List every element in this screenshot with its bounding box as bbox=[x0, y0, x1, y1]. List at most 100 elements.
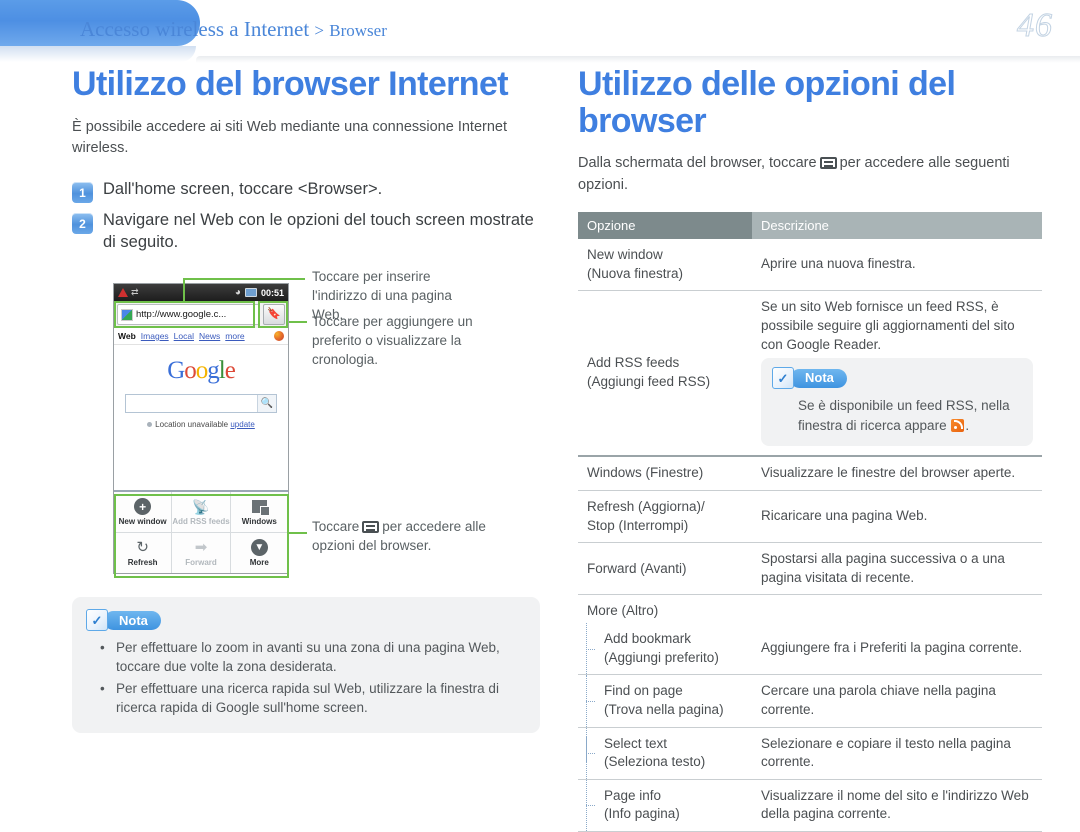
sync-icon: ⇄ bbox=[131, 287, 139, 297]
breadcrumb-sub: Browser bbox=[329, 21, 387, 40]
option-name-it: (Aggiungi feed RSS) bbox=[587, 373, 711, 389]
logo-letter-e: e bbox=[224, 357, 236, 384]
menu-key-icon bbox=[362, 521, 380, 533]
description-cell: Selezionare e copiare il testo nella pag… bbox=[752, 727, 1042, 780]
search-icon[interactable]: 🔍 bbox=[257, 395, 276, 412]
step-item: 1 Dall'home screen, toccare <Browser>. bbox=[72, 179, 542, 204]
url-input[interactable]: http://www.google.c... bbox=[117, 304, 260, 325]
google-homepage-body: Google 🔍 Location unavailable update bbox=[114, 345, 288, 490]
option-windows[interactable]: Windows bbox=[231, 492, 288, 532]
note-header: ✓ Nota bbox=[86, 609, 524, 631]
table-header-row: Opzione Descrizione bbox=[578, 212, 1042, 240]
option-cell bbox=[578, 291, 752, 354]
options-row: ↻ Refresh ➡ Forward ▼ More bbox=[114, 533, 288, 573]
option-cell: Forward (Avanti) bbox=[578, 542, 752, 596]
breadcrumb-separator: > bbox=[314, 21, 324, 40]
option-name-en: Find on page bbox=[604, 683, 683, 699]
description-cell: Visualizzare il nome del sito e l'indiri… bbox=[752, 779, 1042, 832]
logo-letter-o1: o bbox=[184, 357, 196, 384]
left-intro-text: È possibile accedere ai siti Web mediant… bbox=[72, 118, 507, 157]
note-items: Per effettuare lo zoom in avanti su una … bbox=[86, 638, 524, 717]
option-name-en: Add RSS feeds bbox=[587, 355, 680, 371]
table-row: Forward (Avanti) Spostarsi alla pagina s… bbox=[578, 542, 1042, 596]
note-box: ✓ Nota Per effettuare lo zoom in avanti … bbox=[72, 597, 540, 734]
leader-line-bookmark bbox=[289, 321, 307, 323]
suboption-cell: Select text (Seleziona testo) bbox=[578, 727, 752, 780]
note-text-after: . bbox=[965, 417, 970, 433]
option-name-it: (Seleziona testo) bbox=[604, 754, 706, 770]
option-add-rss-feeds[interactable]: 📡 Add RSS feeds bbox=[172, 492, 231, 532]
location-update-link[interactable]: update bbox=[230, 420, 254, 429]
step-text: Navigare nel Web con le opzioni del touc… bbox=[103, 211, 534, 251]
note-text-before: Se è disponibile un feed RSS, nella fine… bbox=[798, 398, 1010, 433]
google-apps-icon bbox=[274, 331, 284, 341]
google-search-input[interactable]: 🔍 bbox=[125, 394, 277, 413]
option-new-window[interactable]: + New window bbox=[114, 492, 173, 532]
table-row: New window (Nuova finestra) Aprire una n… bbox=[578, 239, 1042, 292]
option-cell: Windows (Finestre) bbox=[578, 456, 752, 491]
option-cell: More (Altro) bbox=[587, 603, 659, 619]
phone-illustration: ⇄ ◕ 00:51 http://www.google.c... 🔖 Web I… bbox=[113, 283, 289, 578]
step-text: Dall'home screen, toccare <Browser>. bbox=[103, 180, 383, 199]
browser-options-table: Opzione Descrizione New window (Nuova fi… bbox=[578, 212, 1042, 832]
location-dot-icon bbox=[147, 422, 153, 428]
header-divider-rule bbox=[196, 56, 1080, 63]
note-item: Per effettuare lo zoom in avanti su una … bbox=[86, 638, 524, 677]
google-nav-images[interactable]: Images bbox=[141, 331, 169, 341]
logo-letter-g2: g bbox=[207, 357, 219, 384]
bookmark-icon: 🔖 bbox=[267, 308, 281, 320]
description-cell: Visualizzare le finestre del browser ape… bbox=[752, 456, 1042, 491]
browser-options-grid: + New window 📡 Add RSS feeds Windows ↻ R… bbox=[114, 490, 288, 573]
battery-icon bbox=[244, 288, 257, 297]
step-item: 2 Navigare nel Web con le opzioni del to… bbox=[72, 210, 542, 253]
menu-key-icon bbox=[819, 157, 837, 170]
option-label: Forward bbox=[185, 558, 217, 567]
suboption-cell: Find on page (Trova nella pagina) bbox=[578, 674, 752, 728]
note-box: ✓ Nota Se è disponibile un feed RSS, nel… bbox=[761, 358, 1033, 447]
option-refresh[interactable]: ↻ Refresh bbox=[114, 533, 173, 573]
description-cell bbox=[752, 595, 1042, 623]
suboption-cell: Add bookmark (Aggiungi preferito) bbox=[578, 623, 752, 676]
step-number-badge: 1 bbox=[72, 182, 93, 204]
table-row: Se un sito Web fornisce un feed RSS, è p… bbox=[578, 291, 1042, 354]
google-logo: Google bbox=[114, 358, 288, 383]
description-cell: Aggiungere fra i Preferiti la pagina cor… bbox=[752, 623, 1042, 676]
description-cell: Se un sito Web fornisce un feed RSS, è p… bbox=[761, 299, 1015, 352]
option-label: Add RSS feeds bbox=[172, 517, 230, 526]
status-clock: 00:51 bbox=[260, 287, 284, 298]
left-section-title: Utilizzo del browser Internet bbox=[72, 65, 509, 103]
callout-text-before: Toccare bbox=[312, 519, 360, 534]
callout-bookmark: Toccare per aggiungere un preferito o vi… bbox=[312, 312, 487, 369]
leader-line-url-vert bbox=[183, 278, 185, 302]
page-number: 46 bbox=[1017, 7, 1053, 45]
description-cell: Cercare una parola chiave nella pagina c… bbox=[752, 674, 1042, 728]
option-more[interactable]: ▼ More bbox=[231, 533, 288, 573]
table-subrow: Page info (Info pagina) Visualizzare il … bbox=[578, 779, 1042, 832]
google-nav-bar: Web Images Local News more bbox=[114, 328, 288, 345]
google-nav-local[interactable]: Local bbox=[174, 331, 194, 341]
google-nav-more[interactable]: more bbox=[225, 331, 244, 341]
url-text: http://www.google.c... bbox=[136, 309, 227, 320]
google-nav-web: Web bbox=[118, 331, 136, 341]
bookmark-button[interactable]: 🔖 bbox=[263, 304, 285, 325]
windows-icon bbox=[251, 498, 270, 516]
logo-letter-o2: o bbox=[195, 357, 208, 384]
table-row-note: Add RSS feeds (Aggiungi feed RSS) ✓ Nota… bbox=[578, 354, 1042, 458]
table-continuation-indicator bbox=[586, 737, 587, 762]
breadcrumb-main: Accesso wireless a Internet bbox=[80, 17, 310, 41]
callout-text: Toccare per aggiungere un preferito o vi… bbox=[312, 314, 473, 368]
logo-letter-g1: G bbox=[167, 357, 185, 384]
favicon-icon bbox=[121, 308, 133, 321]
google-nav-news[interactable]: News bbox=[199, 331, 220, 341]
phone-screen: ⇄ ◕ 00:51 http://www.google.c... 🔖 Web I… bbox=[113, 283, 289, 574]
rss-icon: 📡 bbox=[192, 498, 210, 515]
option-forward[interactable]: ➡ Forward bbox=[172, 533, 231, 573]
phone-status-bar: ⇄ ◕ 00:51 bbox=[114, 284, 288, 301]
location-status: Location unavailable update bbox=[114, 420, 288, 429]
note-check-cube-icon: ✓ bbox=[86, 609, 108, 631]
option-name-en: Add bookmark bbox=[604, 631, 692, 647]
option-label: Windows bbox=[241, 517, 277, 526]
note-text: Se è disponibile un feed RSS, nella fine… bbox=[772, 396, 1021, 435]
wifi-icon: ◕ bbox=[234, 286, 241, 298]
description-cell: Aprire una nuova finestra. bbox=[752, 239, 1042, 292]
